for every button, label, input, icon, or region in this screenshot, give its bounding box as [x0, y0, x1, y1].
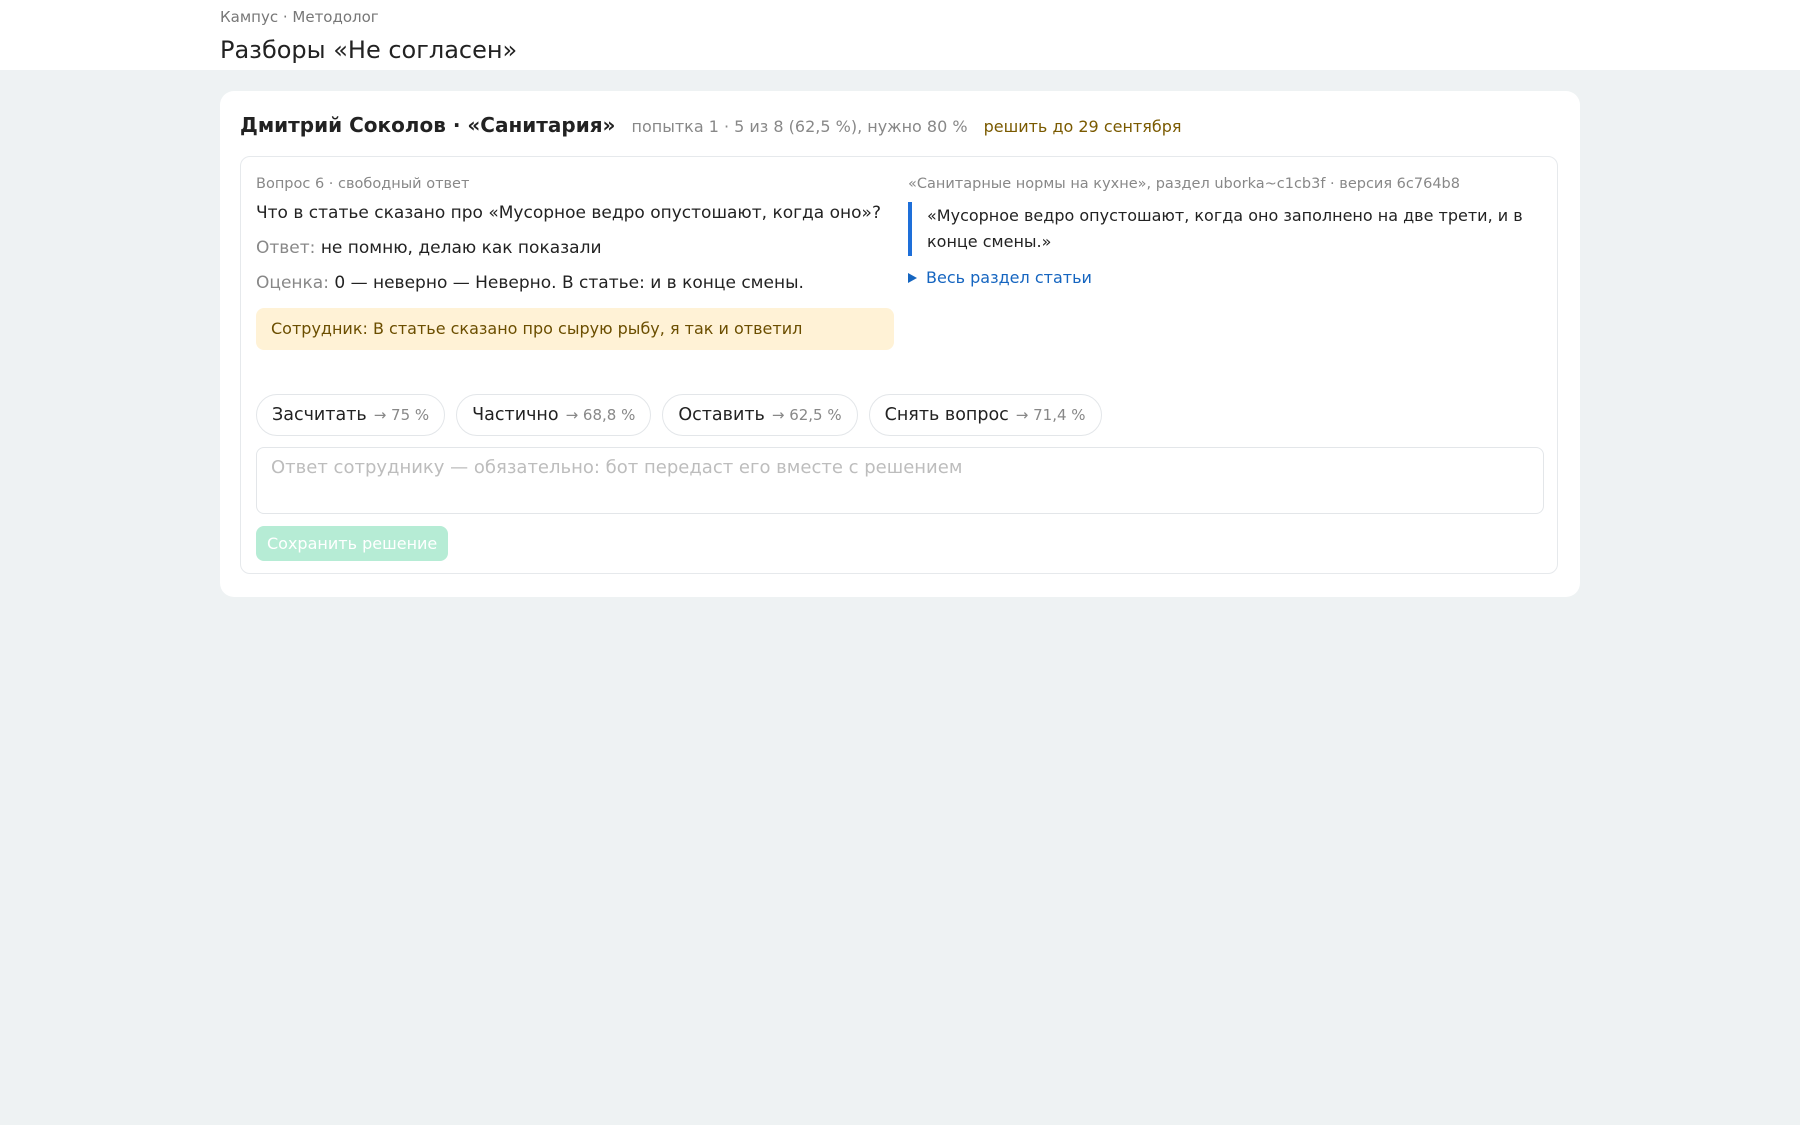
decision-label: Снять вопрос [884, 405, 1009, 425]
accept-button[interactable]: Засчитать → 75 % [256, 394, 446, 436]
grade-row: Оценка: 0 — неверно — Неверно. В статье:… [256, 271, 894, 295]
deadline-text: решить до 29 сентября [983, 117, 1182, 136]
employee-complaint: Сотрудник: В статье сказано про сырую ры… [256, 308, 894, 350]
decision-result: → 68,8 % [565, 406, 636, 424]
header-content: Кампус · Методолог Разборы «Не согласен» [220, 8, 517, 65]
answer-label: Ответ: [256, 238, 316, 258]
reply-to-employee-input[interactable] [256, 447, 1544, 514]
remove-question-button[interactable]: Снять вопрос → 71,4 % [868, 394, 1102, 436]
question-label: Вопрос 6 · свободный ответ [256, 176, 470, 192]
decision-result: → 75 % [373, 406, 430, 424]
partial-button[interactable]: Частично → 68,8 % [456, 394, 652, 436]
page-title: Разборы «Не согласен» [220, 36, 518, 64]
grade-text: 0 — неверно — Неверно. В статье: и в кон… [334, 273, 804, 293]
full-section-toggle[interactable]: Весь раздел статьи [908, 268, 1544, 287]
source-reference: «Санитарные нормы на кухне», раздел ubor… [908, 176, 1460, 192]
decision-label: Засчитать [272, 405, 367, 425]
grade-label: Оценка: [256, 273, 329, 293]
question-dispute-item: Вопрос 6 · свободный ответ Что в статье … [240, 156, 1558, 574]
card-header: Дмитрий Соколов · «Санитария» попытка 1 … [240, 113, 1182, 137]
keep-button[interactable]: Оставить → 62,5 % [662, 394, 858, 436]
save-decision-button[interactable]: Сохранить решение [256, 526, 449, 561]
decision-label: Частично [472, 405, 559, 425]
breadcrumb: Кампус · Методолог [220, 8, 379, 26]
employee-course-title: Дмитрий Соколов · «Санитария» [240, 113, 616, 137]
source-column: «Санитарные нормы на кухне», раздел ubor… [908, 175, 1544, 287]
decision-result: → 62,5 % [771, 406, 842, 424]
question-column: Вопрос 6 · свободный ответ Что в статье … [256, 175, 894, 350]
triangle-right-icon [908, 272, 917, 283]
full-section-label: Весь раздел статьи [926, 268, 1092, 287]
dispute-card: Дмитрий Соколов · «Санитария» попытка 1 … [220, 91, 1580, 597]
question-text: Что в статье сказано про «Мусорное ведро… [256, 203, 881, 223]
attempt-score-meta: попытка 1 · 5 из 8 (62,5 %), нужно 80 % [631, 117, 968, 136]
decision-label: Оставить [678, 405, 765, 425]
top-header: Кампус · Методолог Разборы «Не согласен» [0, 0, 1800, 70]
decision-buttons: Засчитать → 75 % Частично → 68,8 % Остав… [256, 394, 1102, 436]
answer-row: Ответ: не помню, делаю как показали [256, 236, 894, 260]
answer-text: не помню, делаю как показали [320, 238, 602, 258]
article-quote: «Мусорное ведро опустошают, когда оно за… [908, 202, 1544, 256]
decision-result: → 71,4 % [1015, 406, 1086, 424]
